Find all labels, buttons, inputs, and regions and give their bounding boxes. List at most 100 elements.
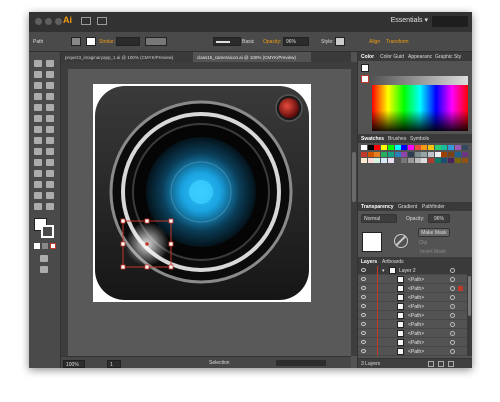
slice-tool[interactable] bbox=[46, 192, 54, 199]
path-row[interactable]: <Path> bbox=[358, 275, 472, 284]
screen-mode-icon[interactable] bbox=[40, 266, 48, 273]
brush-definition-field[interactable] bbox=[213, 37, 241, 46]
scale-tool[interactable] bbox=[46, 126, 54, 133]
blend-mode-select[interactable]: Normal bbox=[361, 214, 397, 223]
target-icon[interactable] bbox=[450, 322, 455, 327]
color-swatch[interactable] bbox=[374, 158, 381, 163]
target-icon[interactable] bbox=[450, 313, 455, 318]
blend-tool[interactable] bbox=[46, 170, 54, 177]
target-icon[interactable] bbox=[450, 277, 455, 282]
new-layer-icon[interactable] bbox=[438, 361, 444, 367]
paintbrush-tool[interactable] bbox=[34, 104, 42, 111]
align-link[interactable]: Align bbox=[369, 39, 380, 45]
color-swatch[interactable] bbox=[448, 151, 455, 157]
path-row[interactable]: <Path> bbox=[358, 284, 472, 293]
color-swatch[interactable] bbox=[461, 158, 468, 163]
color-swatch[interactable] bbox=[367, 145, 374, 150]
visibility-icon[interactable] bbox=[361, 304, 366, 308]
invert-mask-checkbox[interactable]: Invert Mask bbox=[418, 248, 448, 257]
visibility-icon[interactable] bbox=[361, 349, 366, 353]
visibility-icon[interactable] bbox=[361, 322, 366, 326]
artboard[interactable] bbox=[93, 84, 311, 302]
workspace-switcher[interactable]: Essentials ▾ bbox=[391, 16, 428, 24]
path-name[interactable]: <Path> bbox=[408, 295, 424, 301]
bridge-icon[interactable] bbox=[81, 17, 91, 25]
tab-symbols[interactable]: Symbols bbox=[410, 136, 429, 142]
rectangle-tool[interactable] bbox=[46, 93, 54, 100]
camera-icon-artwork[interactable] bbox=[93, 84, 311, 302]
path-row[interactable]: <Path> bbox=[358, 329, 472, 338]
symbol-sprayer-tool[interactable] bbox=[34, 181, 42, 188]
zoom-window-button[interactable] bbox=[55, 18, 62, 25]
color-swatch[interactable] bbox=[421, 145, 428, 150]
stroke-color-box[interactable] bbox=[41, 225, 54, 238]
opacity-label[interactable]: Opacity: bbox=[263, 39, 281, 45]
path-row[interactable]: <Path> bbox=[358, 293, 472, 302]
color-swatch[interactable] bbox=[414, 145, 421, 150]
panel-stroke-swatch[interactable] bbox=[361, 75, 369, 83]
rotate-tool[interactable] bbox=[34, 126, 42, 133]
stroke-weight-field[interactable] bbox=[116, 37, 140, 46]
gradient-tool[interactable] bbox=[46, 159, 54, 166]
eraser-tool[interactable] bbox=[46, 115, 54, 122]
color-swatch[interactable] bbox=[461, 151, 468, 157]
color-swatch[interactable] bbox=[374, 151, 381, 157]
tab-cameraicon[interactable]: class15_cameraicon.ai @ 100% (CMYK/Previ… bbox=[193, 52, 311, 62]
canvas-area[interactable] bbox=[68, 69, 351, 356]
search-help-input[interactable] bbox=[432, 16, 468, 27]
graphic-style-swatch[interactable] bbox=[335, 37, 345, 46]
path-name[interactable]: <Path> bbox=[408, 286, 424, 292]
tab-color-guide[interactable]: Color Guid bbox=[380, 54, 404, 60]
color-swatch[interactable] bbox=[374, 145, 381, 150]
color-swatch[interactable] bbox=[421, 151, 428, 157]
target-icon[interactable] bbox=[450, 295, 455, 300]
tab-color[interactable]: Color bbox=[361, 54, 374, 60]
transform-link[interactable]: Transform bbox=[386, 39, 409, 45]
color-swatch[interactable] bbox=[454, 158, 461, 163]
visibility-icon[interactable] bbox=[361, 286, 366, 290]
path-row[interactable]: <Path> bbox=[358, 347, 472, 356]
color-swatch[interactable] bbox=[401, 158, 408, 163]
panel-fill-swatch[interactable] bbox=[361, 64, 369, 72]
hand-tool[interactable] bbox=[34, 203, 42, 210]
column-graph-tool[interactable] bbox=[46, 181, 54, 188]
color-swatch[interactable] bbox=[361, 151, 367, 157]
color-swatch[interactable] bbox=[421, 158, 428, 163]
visibility-icon[interactable] bbox=[361, 331, 366, 335]
selection-tool[interactable] bbox=[34, 60, 42, 67]
none-mode-button[interactable] bbox=[50, 243, 56, 249]
layer-name[interactable]: Layer 2 bbox=[399, 268, 416, 274]
mesh-tool[interactable] bbox=[34, 159, 42, 166]
path-name[interactable]: <Path> bbox=[408, 313, 424, 319]
pencil-tool[interactable] bbox=[46, 104, 54, 111]
zoom-level-field[interactable]: 100% bbox=[63, 360, 85, 368]
color-swatch[interactable] bbox=[434, 145, 441, 150]
minimize-window-button[interactable] bbox=[45, 18, 52, 25]
color-swatch[interactable] bbox=[361, 158, 367, 163]
color-swatch[interactable] bbox=[441, 158, 448, 163]
perspective-grid-tool[interactable] bbox=[46, 148, 54, 155]
tab-swatches[interactable]: Swatches bbox=[361, 136, 384, 142]
color-swatch[interactable] bbox=[407, 151, 414, 157]
color-swatch[interactable] bbox=[428, 151, 434, 157]
direct-selection-tool[interactable] bbox=[46, 60, 54, 67]
color-swatch[interactable] bbox=[394, 158, 401, 163]
clip-checkbox[interactable]: Clip bbox=[418, 239, 428, 248]
tab-brushes[interactable]: Brushes bbox=[388, 136, 406, 142]
color-swatch[interactable] bbox=[448, 145, 455, 150]
color-swatch[interactable] bbox=[428, 145, 434, 150]
color-swatch[interactable] bbox=[401, 145, 408, 150]
opacity-field[interactable]: 96% bbox=[283, 37, 309, 46]
fill-swatch[interactable] bbox=[71, 37, 81, 46]
pen-tool[interactable] bbox=[34, 82, 42, 89]
artboard-number-field[interactable]: 1 bbox=[107, 360, 121, 368]
path-name[interactable]: <Path> bbox=[408, 331, 424, 337]
layers-scrollbar[interactable] bbox=[467, 266, 472, 356]
layers-scroll-thumb[interactable] bbox=[468, 276, 471, 316]
color-swatch[interactable] bbox=[441, 145, 448, 150]
path-row[interactable]: <Path> bbox=[358, 320, 472, 329]
path-name[interactable]: <Path> bbox=[408, 340, 424, 346]
color-swatch[interactable] bbox=[367, 158, 374, 163]
width-tool[interactable] bbox=[34, 137, 42, 144]
path-name[interactable]: <Path> bbox=[408, 349, 424, 355]
